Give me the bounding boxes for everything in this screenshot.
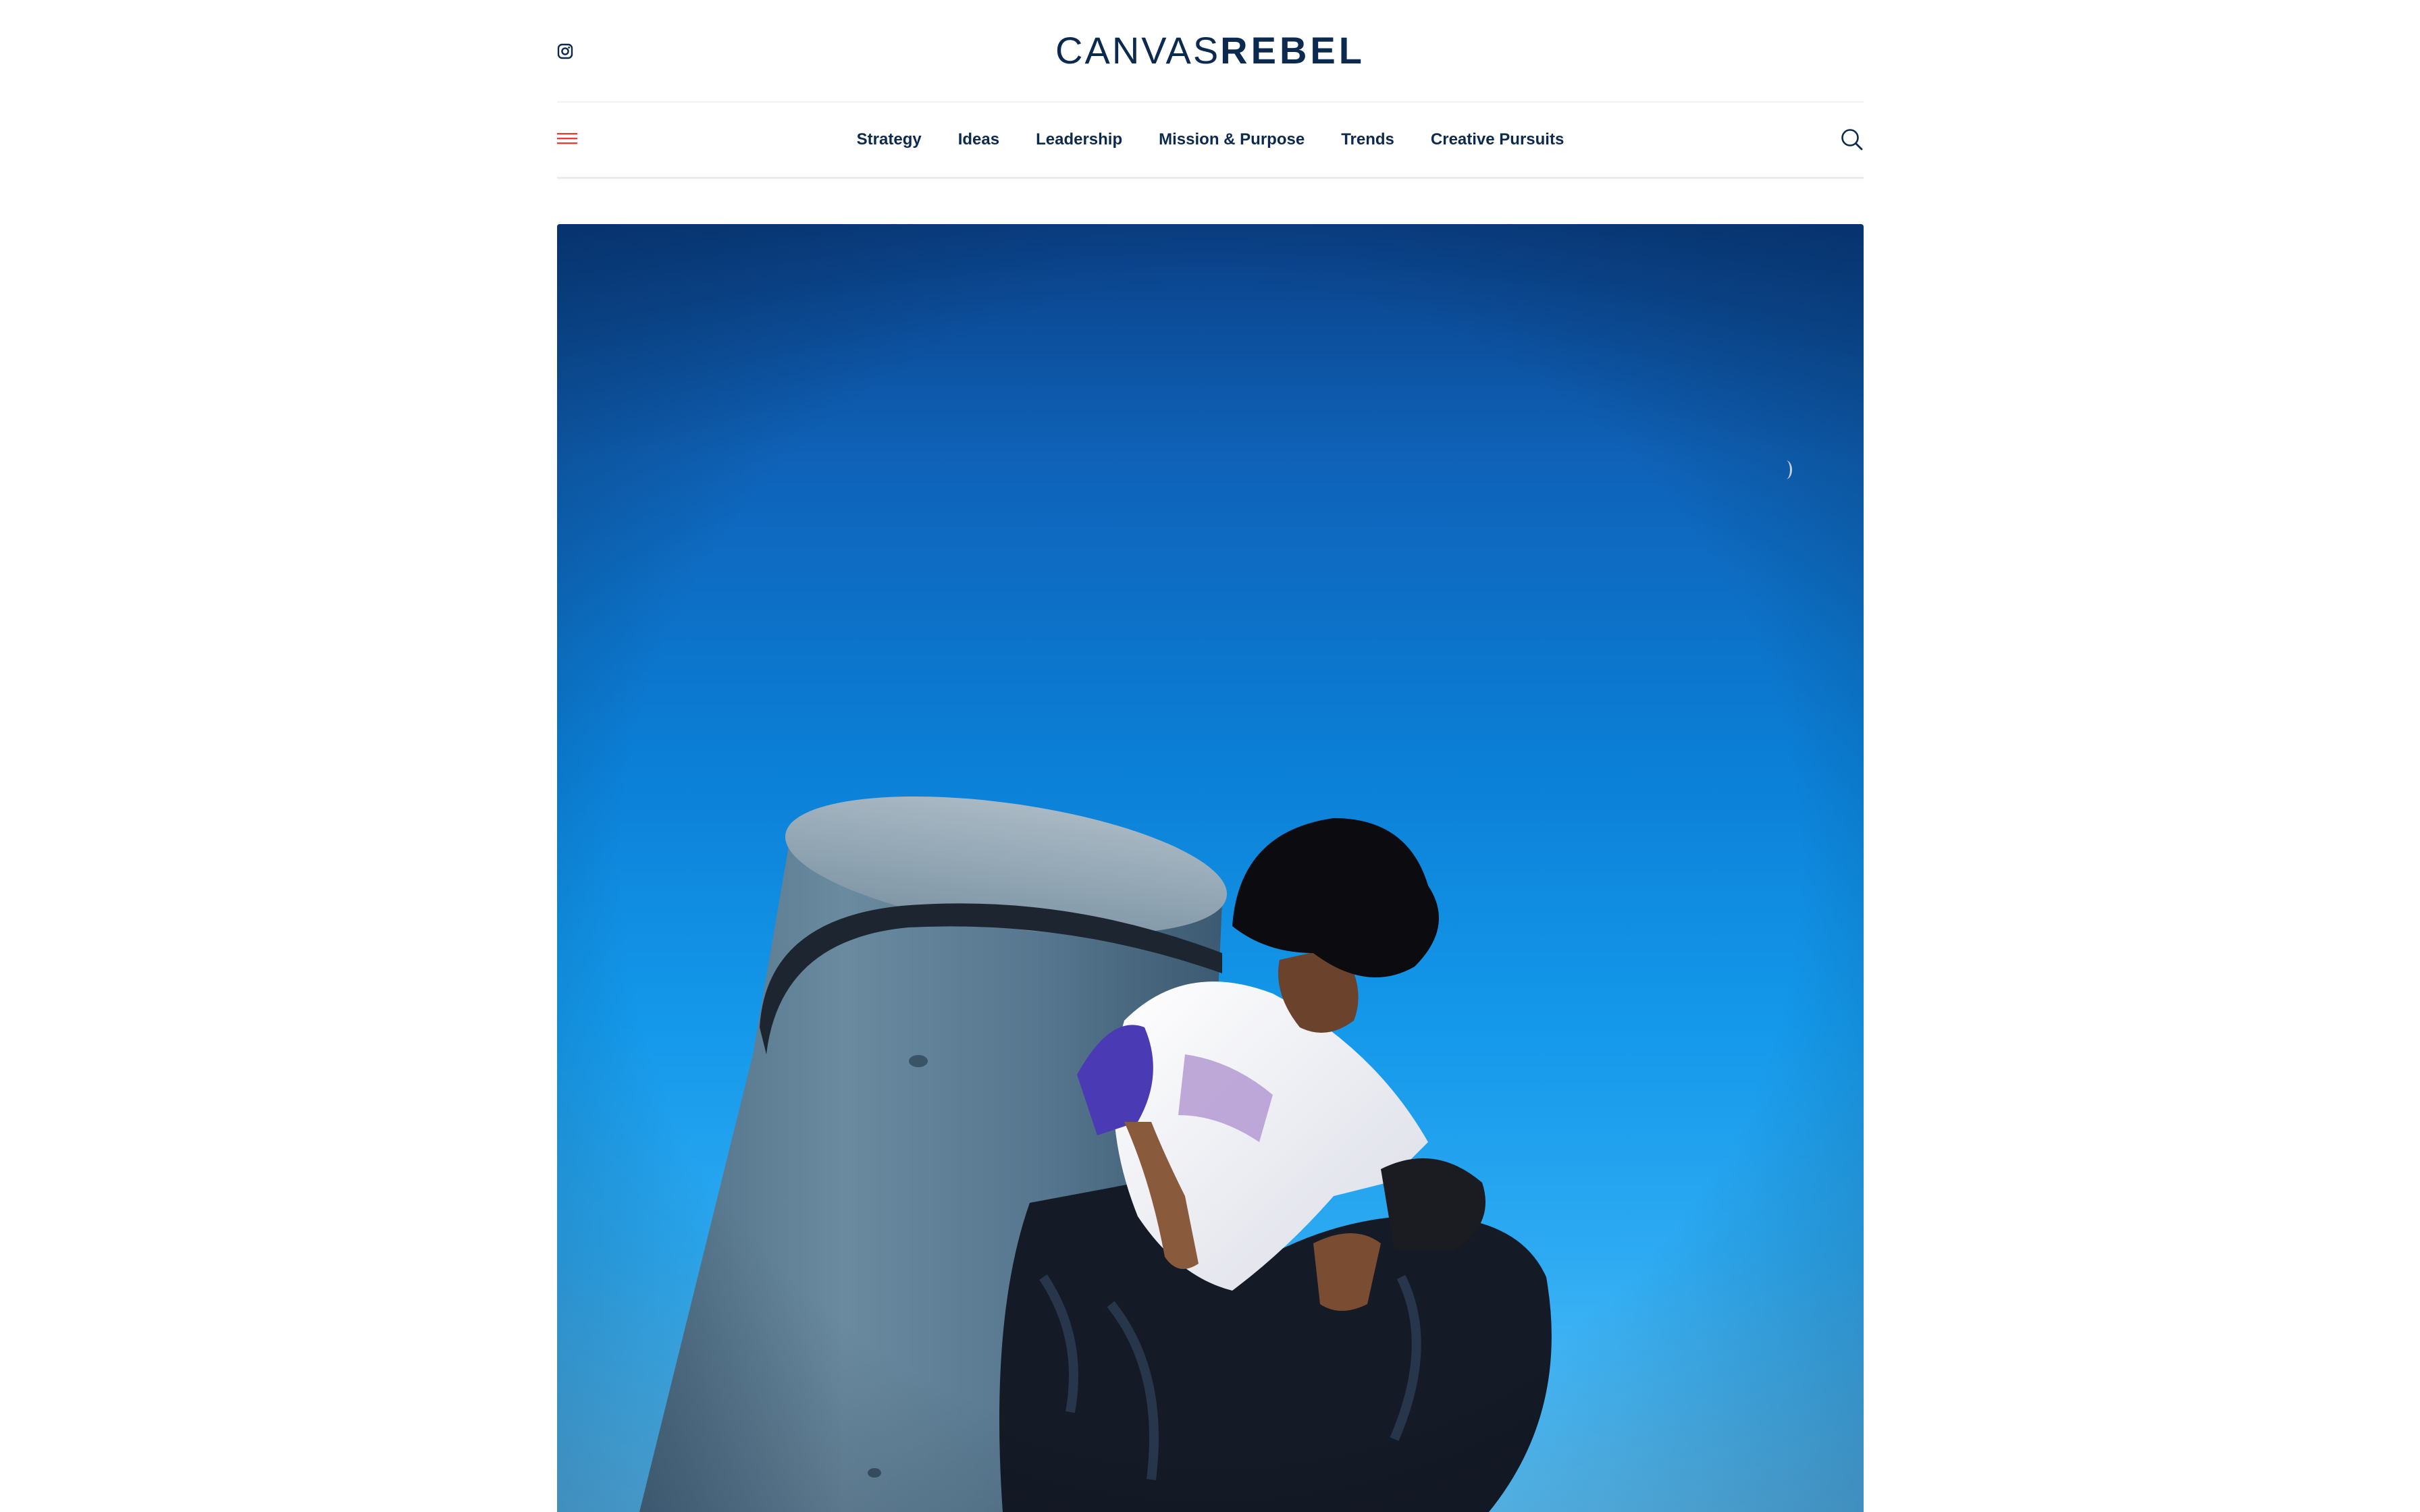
search-icon[interactable] <box>1839 127 1864 151</box>
nav-item-leadership[interactable]: Leadership <box>1018 130 1140 149</box>
main-navigation: Strategy Ideas Leadership Mission & Purp… <box>557 103 1864 177</box>
nav-item-ideas[interactable]: Ideas <box>940 130 1018 149</box>
nav-item-creative-pursuits[interactable]: Creative Pursuits <box>1413 130 1582 149</box>
page: CANVASREBEL Strategy Ideas Leadership Mi… <box>0 0 2420 1512</box>
nav-item-mission-purpose[interactable]: Mission & Purpose <box>1140 130 1323 149</box>
logo-bold-text: REBEL <box>1220 29 1365 72</box>
logo-light-text: CANVAS <box>1055 29 1221 72</box>
hero-image[interactable] <box>557 224 1864 1512</box>
nav-menu: Strategy Ideas Leadership Mission & Purp… <box>557 103 1864 177</box>
nav-item-trends[interactable]: Trends <box>1323 130 1413 149</box>
nav-item-strategy[interactable]: Strategy <box>839 130 940 149</box>
site-logo[interactable]: CANVASREBEL <box>557 27 1864 74</box>
nav-divider <box>557 177 1864 179</box>
site-header: CANVASREBEL <box>557 0 1864 103</box>
